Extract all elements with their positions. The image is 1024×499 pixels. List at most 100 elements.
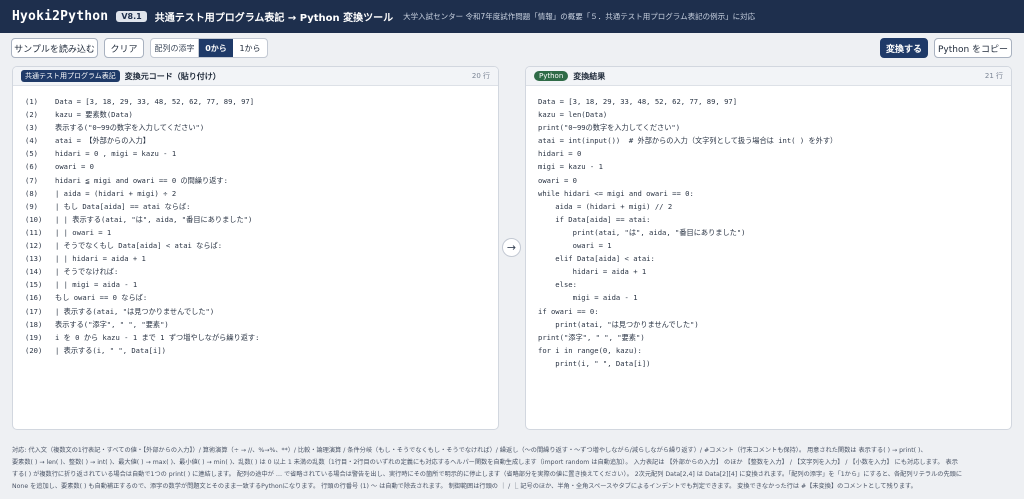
line-text: i を 0 から kazu - 1 まで 1 ずつ増やしながら繰り返す: (55, 332, 260, 342)
source-code-line: (1) Data = [3, 18, 29, 33, 48, 52, 62, 77… (25, 95, 498, 108)
python-code-line: else: (538, 280, 577, 290)
index-base-toggle: 配列の添字 0から 1から (150, 38, 268, 58)
python-code-line: kazu = len(Data) (538, 110, 608, 120)
line-text: hidari = 0 , migi = kazu - 1 (55, 149, 177, 159)
clear-button[interactable]: クリア (104, 38, 144, 58)
load-sample-button[interactable]: サンプルを読み込む (11, 38, 98, 58)
line-number: (5) (25, 149, 38, 159)
python-code-line: hidari = 0 (538, 149, 582, 159)
python-code-line: print(atai, "は見つかりませんでした") (538, 319, 699, 329)
index-one-option[interactable]: 1から (233, 39, 267, 57)
index-zero-option[interactable]: 0から (199, 39, 233, 57)
line-number: (20) (25, 345, 43, 355)
convert-arrow-icon: → (502, 238, 521, 257)
line-number: (17) (25, 306, 43, 316)
support-notes: 対応: 代入文（複数文の1行表記・すべての値・【外部からの入力】）/ 算術演算（… (12, 445, 1012, 493)
app-title: 共通テスト用プログラム表記 → Python 変換ツール (154, 13, 394, 24)
source-code-panel: 共通テスト用プログラム表記 変換元コード（貼り付け） 20 行 (1) Data … (12, 66, 499, 430)
python-code-line: while hidari <= migi and owari == 0: (538, 188, 694, 198)
python-code-line: if owari == 0: (538, 306, 599, 316)
line-text: owari = 0 (55, 162, 94, 172)
line-text: atai = 【外部からの入力】 (55, 136, 150, 146)
note-line: 要素数( ) → len( )、整数( ) → int( )、最大値( ) → … (12, 459, 958, 466)
source-code-line: (13) | | hidari = aida + 1 (25, 252, 498, 265)
source-code-line: (18) 表示する("添字", " ", "要素") (25, 318, 498, 331)
convert-button[interactable]: 変換する (880, 38, 928, 58)
source-code-line: (10) | | 表示する(atai, "は", aida, "番目にありました"… (25, 213, 498, 226)
copy-python-button[interactable]: Python をコピー (934, 38, 1012, 58)
python-code-line: if Data[aida] == atai: (538, 214, 651, 224)
source-code-line: (9) | もし Data[aida] == atai ならば: (25, 200, 498, 213)
line-number: (12) (25, 241, 43, 251)
python-code-line: aida = (hidari + migi) // 2 (538, 201, 673, 211)
python-code-line: atai = int(input()) # 外部からの入力（文字列として扱う場合… (538, 136, 838, 146)
python-code-line: elif Data[aida] < atai: (538, 254, 655, 264)
line-text: | そうでなくもし Data[aida] < atai ならば: (55, 241, 223, 251)
source-code-line: (4) atai = 【外部からの入力】 (25, 134, 498, 147)
note-line: None を追加し、要素数( ) も自動補正するので、添字の数学が問題文とそのま… (12, 483, 917, 490)
app-header: Hyoki2Python V8.1 共通テスト用プログラム表記 → Python… (0, 0, 1024, 33)
python-code-line: owari = 0 (538, 175, 577, 185)
python-code-line: owari = 1 (538, 241, 612, 251)
note-line: 対応: 代入文（複数文の1行表記・すべての値・【外部からの入力】）/ 算術演算（… (12, 447, 927, 454)
line-number: (19) (25, 332, 43, 342)
source-code-line: (17) | 表示する(atai, "は見つかりませんでした") (25, 305, 498, 318)
python-output[interactable]: Data = [3, 18, 29, 33, 48, 52, 62, 77, 8… (526, 86, 1011, 370)
line-text: 表示する("0~99の数字を入力してください") (55, 123, 205, 133)
source-code-line: (2) kazu = 要素数(Data) (25, 108, 498, 121)
source-format-tag: 共通テスト用プログラム表記 (21, 70, 120, 82)
line-text: hidari ≦ migi and owari == 0 の間繰り返す: (55, 175, 228, 185)
result-panel-title: 変換結果 (573, 71, 606, 81)
source-panel-header: 共通テスト用プログラム表記 変換元コード（貼り付け） 20 行 (13, 67, 498, 86)
source-code-editor[interactable]: (1) Data = [3, 18, 29, 33, 48, 52, 62, 77… (13, 86, 498, 357)
source-code-line: (5) hidari = 0 , migi = kazu - 1 (25, 147, 498, 160)
line-text: | | 表示する(atai, "は", aida, "番目にありました") (55, 214, 253, 224)
source-code-line: (11) | | owari = 1 (25, 226, 498, 239)
source-code-line: (15) | | migi = aida - 1 (25, 278, 498, 291)
result-code-panel: Python 変換結果 21 行 Data = [3, 18, 29, 33, … (525, 66, 1012, 430)
line-text: | 表示する(i, " ", Data[i]) (55, 345, 166, 355)
source-code-line: (12) | そうでなくもし Data[aida] < atai ならば: (25, 239, 498, 252)
source-code-line: (20) | 表示する(i, " ", Data[i]) (25, 344, 498, 357)
line-number: (11) (25, 227, 43, 237)
source-code-line: (8) | aida = (hidari + migi) ÷ 2 (25, 187, 498, 200)
note-line: する( ) が複数行に折り返されている場合は自動で1つの print( ) に連… (12, 471, 963, 478)
line-number: (9) (25, 201, 38, 211)
app-subtitle: 大学入試センター 令和7年度試作問題「情報」の概要「５．共通テスト用プログラム表… (403, 12, 756, 21)
line-text: | | owari = 1 (55, 227, 112, 237)
source-line-count: 20 行 (471, 72, 490, 80)
source-code-line: (14) | そうでなければ: (25, 265, 498, 278)
python-code-line: for i in range(0, kazu): (538, 345, 642, 355)
line-number: (14) (25, 267, 43, 277)
python-tag: Python (534, 71, 569, 81)
line-text: Data = [3, 18, 29, 33, 48, 52, 62, 77, 8… (55, 97, 255, 106)
line-number: (4) (25, 136, 38, 146)
line-text: | もし Data[aida] == atai ならば: (55, 201, 191, 211)
source-code-line: (16) もし owari == 0 ならば: (25, 291, 498, 304)
line-text: | aida = (hidari + migi) ÷ 2 (55, 188, 177, 198)
python-code-line: migi = aida - 1 (538, 293, 638, 303)
python-code-line: migi = kazu - 1 (538, 162, 603, 172)
source-code-line: (19) i を 0 から kazu - 1 まで 1 ずつ増やしながら繰り返す: (25, 331, 498, 344)
source-panel-title: 変換元コード（貼り付け） (124, 71, 221, 81)
line-number: (7) (25, 175, 38, 185)
source-code-line: (6) owari = 0 (25, 160, 498, 173)
python-code-line: hidari = aida + 1 (538, 267, 647, 277)
line-number: (3) (25, 123, 38, 133)
line-text: | そうでなければ: (55, 267, 119, 277)
line-number: (1) (25, 97, 38, 106)
line-number: (13) (25, 254, 43, 264)
python-code-line: print(i, " ", Data[i]) (538, 358, 651, 368)
line-text: | | migi = aida - 1 (55, 280, 138, 290)
line-text: kazu = 要素数(Data) (55, 110, 133, 120)
line-number: (16) (25, 293, 43, 303)
python-code-line: print("添字", " ", "要素") (538, 332, 645, 342)
line-number: (15) (25, 280, 43, 290)
line-text: 表示する("添字", " ", "要素") (55, 319, 169, 329)
line-text: | 表示する(atai, "は見つかりませんでした") (55, 306, 215, 316)
app-brand: Hyoki2Python (12, 9, 109, 24)
source-code-line: (7) hidari ≦ migi and owari == 0 の間繰り返す: (25, 174, 498, 187)
source-code-line: (3) 表示する("0~99の数字を入力してください") (25, 121, 498, 134)
python-code-line: print(atai, "は", aida, "番目にありました") (538, 227, 746, 237)
line-text: | | hidari = aida + 1 (55, 254, 146, 264)
